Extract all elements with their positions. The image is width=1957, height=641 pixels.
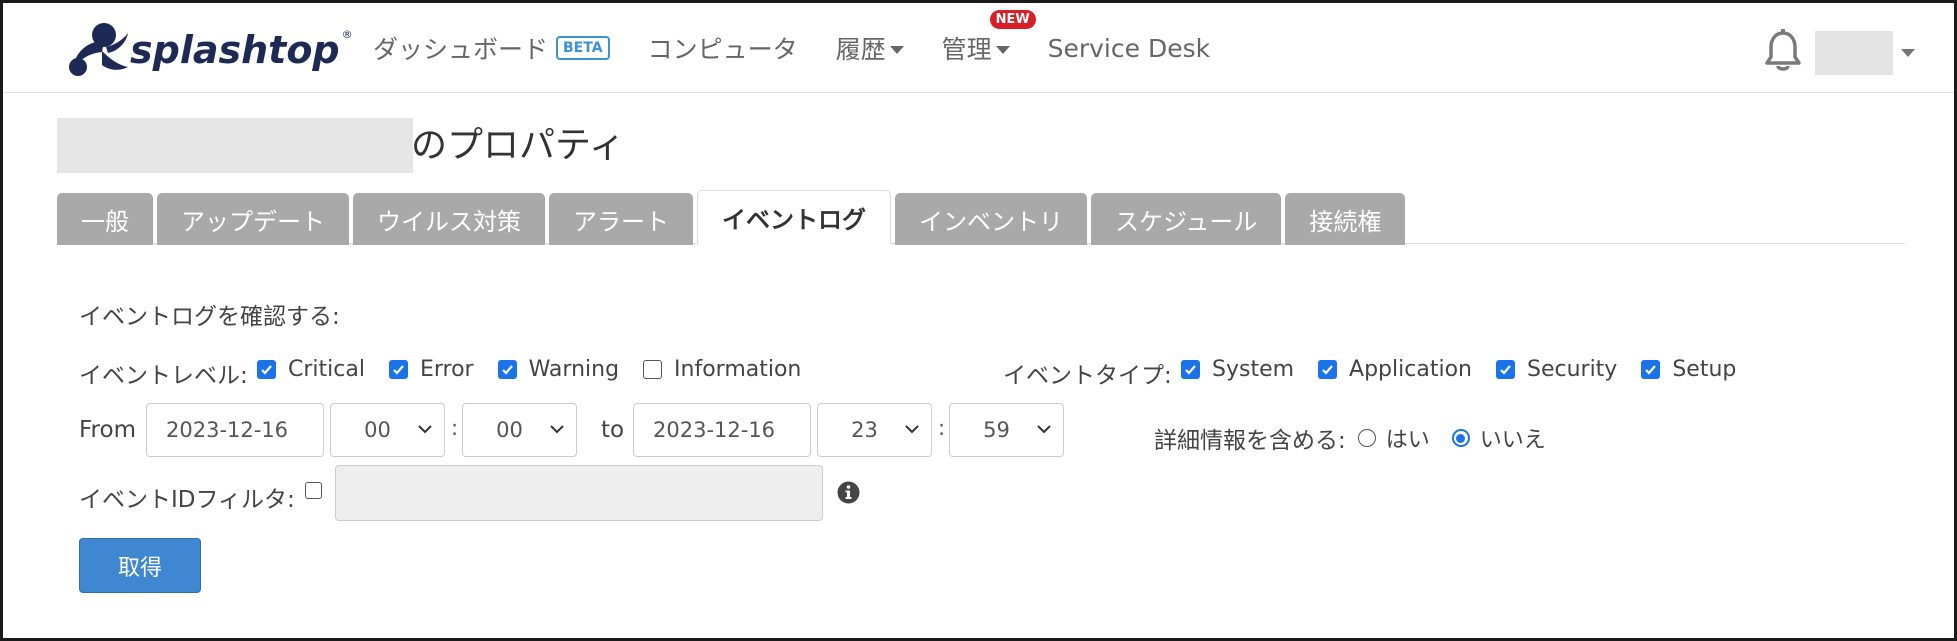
chevron-down-icon [418, 425, 432, 434]
tab-event-log[interactable]: イベントログ [697, 190, 891, 245]
check-icon [1500, 365, 1511, 375]
chevron-down-icon [550, 425, 564, 434]
checkbox-application[interactable] [1318, 360, 1338, 379]
from-minute-value: 00 [496, 418, 523, 442]
tab-updates[interactable]: アップデート [157, 193, 349, 245]
event-id-filter-input[interactable] [335, 465, 823, 521]
checkbox-application-label: Application [1349, 357, 1472, 382]
check-icon [1185, 365, 1196, 375]
checkbox-setup-label: Setup [1672, 357, 1737, 382]
to-date-input[interactable]: 2023-12-16 [633, 403, 811, 457]
check-icon [261, 365, 272, 375]
form-heading: イベントログを確認する: [79, 304, 340, 330]
radio-details-yes[interactable] [1357, 429, 1376, 447]
include-details-group: 詳細情報を含める: はい いいえ [1154, 421, 1546, 455]
checkbox-system-label: System [1212, 357, 1295, 382]
notification-bell-icon[interactable] [1763, 29, 1803, 73]
user-account-menu[interactable] [1815, 31, 1893, 75]
checkbox-system[interactable] [1181, 360, 1200, 379]
radio-details-yes-label: はい [1385, 428, 1430, 453]
nav-dashboard[interactable]: ダッシュボード BETA [373, 30, 610, 66]
checkbox-information[interactable] [643, 360, 663, 379]
caret-down-icon[interactable] [1901, 49, 1915, 57]
checkbox-security[interactable] [1495, 360, 1515, 379]
redacted-computer-name [57, 118, 413, 173]
tab-inventory[interactable]: インベントリ [895, 193, 1087, 245]
chevron-down-icon [1037, 425, 1051, 434]
beta-badge: BETA [556, 36, 610, 60]
nav-history-label: 履歴 [835, 35, 886, 64]
page-title: のプロパティ [411, 125, 625, 166]
from-minute-select[interactable]: 00 [462, 403, 577, 457]
nav-manage-label: 管理 [941, 35, 992, 64]
property-tabs: 一般 アップデート ウイルス対策 アラート イベントログ インベントリ スケジュ… [57, 190, 1409, 245]
event-id-filter-checkbox[interactable] [305, 482, 322, 499]
new-badge: NEW [989, 10, 1036, 29]
tab-access-rights[interactable]: 接続権 [1285, 193, 1406, 245]
main-nav: ダッシュボード BETA コンピュータ 履歴 管理 NEW Service De… [373, 3, 1248, 93]
include-details-label: 詳細情報を含める: [1154, 428, 1346, 454]
from-label: From [79, 417, 136, 443]
splashtop-logo[interactable]: splashtop ® [66, 20, 353, 80]
nav-dashboard-label: ダッシュボード [373, 35, 549, 64]
checkbox-information-label: Information [674, 357, 802, 382]
nav-computers[interactable]: コンピュータ [648, 30, 798, 66]
checkbox-security-label: Security [1526, 357, 1618, 382]
from-date-input[interactable]: 2023-12-16 [146, 403, 324, 457]
nav-service-desk-label: Service Desk [1047, 33, 1211, 63]
time-separator: : [451, 416, 459, 440]
from-hour-select[interactable]: 00 [330, 403, 445, 457]
top-navbar: splashtop ® ダッシュボード BETA コンピュータ 履歴 管理 NE… [3, 3, 1954, 93]
splashtop-logo-icon [69, 23, 128, 76]
time-separator: : [938, 416, 946, 440]
checkbox-setup[interactable] [1641, 360, 1661, 379]
to-minute-value: 59 [983, 418, 1010, 442]
nav-history[interactable]: 履歴 [836, 30, 904, 66]
caret-down-icon [889, 46, 904, 54]
nav-computers-label: コンピュータ [647, 35, 798, 64]
tab-schedule[interactable]: スケジュール [1091, 193, 1282, 245]
event-id-filter-label: イベントIDフィルタ: [79, 487, 295, 513]
check-icon [501, 365, 513, 375]
radio-details-no[interactable] [1451, 429, 1470, 447]
caret-down-icon [995, 46, 1010, 54]
to-minute-select[interactable]: 59 [949, 403, 1064, 457]
event-level-label: イベントレベル: [79, 363, 248, 389]
info-icon[interactable] [837, 481, 860, 504]
chevron-down-icon [905, 425, 919, 434]
checkbox-critical[interactable] [257, 360, 276, 379]
check-icon [1322, 365, 1333, 375]
checkbox-warning-label: Warning [528, 357, 620, 382]
check-icon [1645, 365, 1657, 375]
nav-service-desk[interactable]: Service Desk [1048, 34, 1210, 63]
window: splashtop ® ダッシュボード BETA コンピュータ 履歴 管理 NE… [0, 0, 1957, 641]
checkbox-warning[interactable] [497, 360, 517, 379]
check-icon [393, 365, 404, 375]
tab-alerts[interactable]: アラート [549, 193, 693, 245]
get-button[interactable]: 取得 [79, 538, 201, 593]
to-label: to [601, 417, 625, 443]
brand-name: splashtop [130, 28, 340, 72]
nav-manage[interactable]: 管理 NEW [941, 10, 1036, 66]
checkbox-error[interactable] [388, 360, 408, 379]
event-level-options: Critical Error Warning Information [257, 357, 825, 382]
radio-details-no-label: いいえ [1479, 428, 1546, 453]
to-hour-value: 23 [851, 418, 878, 442]
registered-mark: ® [341, 28, 353, 41]
checkbox-critical-label: Critical [288, 357, 365, 382]
event-type-label: イベントタイプ: [1003, 363, 1172, 389]
from-hour-value: 00 [364, 418, 391, 442]
tab-antivirus[interactable]: ウイルス対策 [353, 193, 545, 245]
event-type-options: System Application Security Setup [1181, 357, 1760, 382]
tab-general[interactable]: 一般 [57, 193, 153, 245]
checkbox-error-label: Error [419, 357, 474, 382]
to-hour-select[interactable]: 23 [817, 403, 932, 457]
